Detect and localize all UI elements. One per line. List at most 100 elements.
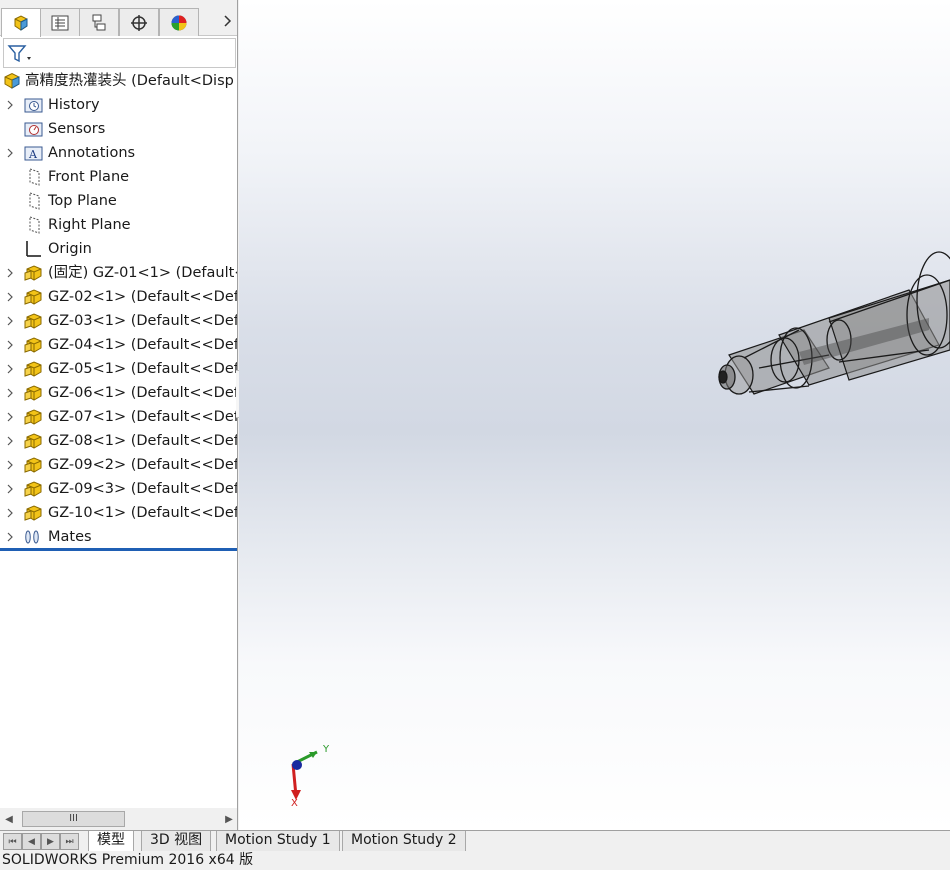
svg-text:A: A	[28, 148, 38, 161]
scroll-right-arrow[interactable]: ▶	[222, 812, 236, 826]
first-tab-button[interactable]: ⏮	[3, 833, 22, 850]
property-manager-icon	[51, 15, 69, 30]
tree-item-label: GZ-09<2> (Default<<Defa	[48, 457, 238, 473]
expand-arrow-icon[interactable]	[5, 531, 15, 543]
tree-item[interactable]: GZ-06<1> (Default<<Defa	[0, 381, 238, 405]
expand-arrow-icon[interactable]	[5, 99, 15, 111]
expand-arrow-icon[interactable]	[5, 411, 15, 423]
tree-item[interactable]: GZ-09<3> (Default<<Defa	[0, 477, 237, 501]
assembly-icon	[3, 72, 22, 90]
tree-item-label: GZ-05<1> (Default<<Defa	[48, 361, 238, 377]
tab-display-manager[interactable]	[159, 8, 199, 36]
tree-item[interactable]: Top Plane	[0, 189, 237, 213]
tree-item[interactable]: GZ-09<2> (Default<<Defa	[0, 453, 238, 477]
part-icon	[24, 360, 43, 378]
plane-icon	[24, 216, 43, 234]
tree-item[interactable]: GZ-08<1> (Default<<Defa	[0, 429, 238, 453]
part-icon	[24, 408, 43, 426]
expand-arrow-icon[interactable]	[5, 459, 15, 471]
triad-x-label: X	[291, 798, 298, 809]
tab-motion-study-2[interactable]: Motion Study 2	[342, 831, 466, 852]
tree-item[interactable]: Front Plane	[0, 165, 237, 189]
part-icon	[24, 456, 43, 474]
tree-item[interactable]: GZ-07<1> (Default<<Defa	[0, 405, 238, 429]
part-icon	[24, 312, 43, 330]
bottom-tab-bar: ⏮ ◀ ▶ ⏭ 模型 3D 视图 Motion Study 1 Motion S…	[0, 830, 950, 852]
part-icon	[24, 288, 43, 306]
tree-item-label: (固定) GZ-01<1> (Default<	[48, 265, 238, 281]
rollback-bar[interactable]	[0, 548, 237, 551]
expand-arrow-icon[interactable]	[5, 483, 15, 495]
expand-arrow-icon[interactable]	[5, 387, 15, 399]
tree-item[interactable]: GZ-10<1> (Default<<Defa	[0, 501, 237, 525]
tab-feature-manager[interactable]	[1, 8, 41, 37]
part-icon	[24, 384, 43, 402]
tab-property-manager[interactable]	[40, 8, 80, 36]
part-icon	[24, 480, 43, 498]
mates-icon	[24, 528, 43, 546]
annotations-icon: A	[24, 144, 43, 162]
feature-manager-panel: 高精度热灌装头 (Default<Disp History Sensors A Anno…	[0, 0, 238, 830]
display-manager-icon	[171, 15, 187, 30]
tree-item[interactable]: Mates	[0, 525, 237, 549]
tree-item[interactable]: Sensors	[0, 117, 237, 141]
feature-manager-icon	[14, 15, 28, 31]
expand-arrow-icon[interactable]	[5, 291, 15, 303]
scroll-left-arrow[interactable]: ◀	[2, 812, 16, 826]
origin-icon	[24, 240, 43, 258]
tree-item-label: Origin	[48, 241, 92, 257]
tree-item[interactable]: A Annotations	[0, 141, 237, 165]
tree-item[interactable]: GZ-05<1> (Default<<Defa	[0, 357, 238, 381]
expand-arrow-icon[interactable]	[5, 267, 15, 279]
expand-arrow-icon[interactable]	[5, 339, 15, 351]
tab-scroll-right-button[interactable]	[220, 10, 236, 32]
tab-3d-view[interactable]: 3D 视图	[141, 831, 212, 852]
tree-item-label: Sensors	[48, 121, 106, 137]
plane-icon	[24, 168, 43, 186]
tree-item-label: GZ-04<1> (Default<<Defa	[48, 337, 238, 353]
status-bar: SOLIDWORKS Premium 2016 x64 版	[0, 851, 950, 870]
tab-configuration-manager[interactable]	[79, 8, 119, 36]
expand-arrow-icon[interactable]	[5, 147, 15, 159]
triad-y-label: Y	[322, 744, 330, 755]
tree-item[interactable]: GZ-04<1> (Default<<Defa	[0, 333, 238, 357]
tab-model[interactable]: 模型	[88, 831, 134, 852]
graphics-area[interactable]: Y X	[239, 0, 950, 830]
tree-root-assembly[interactable]: 高精度热灌装头 (Default<Disp	[0, 69, 237, 93]
tree-item-label: GZ-06<1> (Default<<Defa	[48, 385, 238, 401]
tree-item-label: GZ-02<1> (Default<<Defa	[48, 289, 238, 305]
next-tab-button[interactable]: ▶	[41, 833, 60, 850]
tree-item-label: Top Plane	[48, 193, 117, 209]
last-tab-button[interactable]: ⏭	[60, 833, 79, 850]
tree-item-label: GZ-07<1> (Default<<Defa	[48, 409, 238, 425]
tree-item-label: Mates	[48, 529, 92, 545]
horizontal-scrollbar[interactable]: ◀ III ▶	[0, 808, 237, 830]
tree-item[interactable]: Origin	[0, 237, 237, 261]
tree-item-label: 高精度热灌装头 (Default<Disp	[25, 73, 234, 89]
expand-arrow-icon[interactable]	[5, 315, 15, 327]
tree-item[interactable]: GZ-02<1> (Default<<Defa	[0, 285, 238, 309]
tree-item-label: History	[48, 97, 100, 113]
tree-item[interactable]: (固定) GZ-01<1> (Default<	[0, 261, 238, 285]
tree-filter-field[interactable]	[3, 38, 236, 68]
expand-arrow-icon[interactable]	[5, 507, 15, 519]
tab-dimxpert-manager[interactable]	[119, 8, 159, 36]
part-icon	[24, 432, 43, 450]
expand-arrow-icon[interactable]	[5, 363, 15, 375]
view-orientation-triad[interactable]: Y X	[279, 740, 339, 810]
tree-item[interactable]: History	[0, 93, 237, 117]
prev-tab-button[interactable]: ◀	[22, 833, 41, 850]
expand-arrow-icon[interactable]	[5, 435, 15, 447]
tab-motion-study-1[interactable]: Motion Study 1	[216, 831, 340, 852]
status-text: SOLIDWORKS Premium 2016 x64 版	[2, 852, 254, 868]
tree-item[interactable]: GZ-03<1> (Default<<Defa	[0, 309, 237, 333]
dimxpert-manager-icon	[131, 14, 147, 31]
solidworks-window: 高精度热灌装头 (Default<Disp History Sensors A Anno…	[0, 0, 950, 870]
chevron-right-icon	[224, 15, 232, 27]
assembly-model[interactable]	[239, 0, 950, 830]
tree-item-label: GZ-08<1> (Default<<Defa	[48, 433, 238, 449]
tree-item-label: Annotations	[48, 145, 136, 161]
scrollbar-thumb[interactable]: III	[22, 811, 125, 827]
sensors-icon	[24, 120, 43, 138]
tree-item[interactable]: Right Plane	[0, 213, 237, 237]
